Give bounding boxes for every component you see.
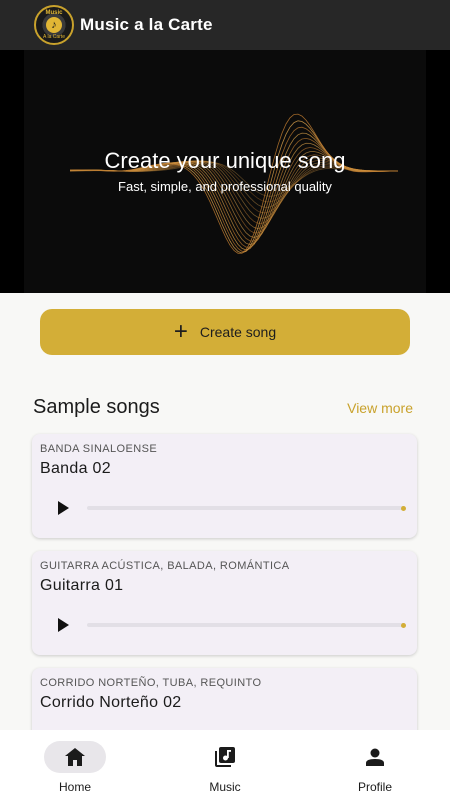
create-song-button[interactable]: + Create song	[40, 309, 410, 355]
nav-item-profile[interactable]: Profile	[300, 730, 450, 800]
progress-slider[interactable]	[87, 622, 406, 628]
song-genre: BANDA SINALOENSE	[40, 443, 158, 455]
play-icon[interactable]	[58, 501, 69, 515]
song-name: Corrido Norteño 02	[40, 694, 182, 711]
nav-item-music[interactable]: Music	[150, 730, 300, 800]
home-icon	[65, 748, 85, 766]
progress-slider[interactable]	[87, 505, 406, 511]
nav-active-indicator	[44, 741, 106, 773]
song-name: Guitarra 01	[40, 577, 124, 594]
app-bar: Music ♪ A la Carte Music a la Carte	[0, 0, 450, 50]
app-title: Music a la Carte	[80, 15, 213, 34]
music-note-icon: ♪	[46, 17, 62, 33]
logo-top-text: Music	[45, 10, 63, 16]
music-library-icon	[215, 747, 235, 767]
play-icon[interactable]	[58, 618, 69, 632]
song-name: Banda 02	[40, 460, 111, 477]
section-title: Sample songs	[33, 396, 160, 418]
hero-title: Create your unique song	[104, 148, 346, 173]
logo-bottom-text: A la Carte	[43, 34, 65, 40]
nav-label-profile: Profile	[357, 780, 392, 794]
hero-subtitle: Fast, simple, and professional quality	[118, 179, 332, 194]
song-genre: CORRIDO NORTEÑO, TUBA, REQUINTO	[40, 677, 262, 689]
app-logo: Music ♪ A la Carte	[34, 5, 74, 45]
nav-label-music: Music	[209, 780, 241, 794]
create-song-label: Create song	[199, 324, 277, 340]
slider-thumb[interactable]	[401, 622, 406, 628]
view-more-link[interactable]: View more	[347, 400, 413, 416]
hero-banner: Create your unique song Fast, simple, an…	[0, 50, 450, 293]
slider-thumb[interactable]	[401, 505, 406, 511]
nav-icon-container	[194, 741, 256, 773]
plus-icon: +	[173, 318, 188, 345]
nav-icon-container	[344, 741, 406, 773]
nav-label-home: Home	[58, 780, 91, 794]
bottom-navigation: Home Music Profile	[0, 730, 450, 800]
song-card[interactable]: GUITARRA ACÚSTICA, BALADA, ROMÁNTICA Gui…	[32, 551, 417, 655]
song-genre: GUITARRA ACÚSTICA, BALADA, ROMÁNTICA	[40, 560, 290, 572]
song-card[interactable]: BANDA SINALOENSE Banda 02	[32, 434, 417, 538]
nav-item-home[interactable]: Home	[0, 730, 150, 800]
person-icon	[366, 748, 384, 766]
